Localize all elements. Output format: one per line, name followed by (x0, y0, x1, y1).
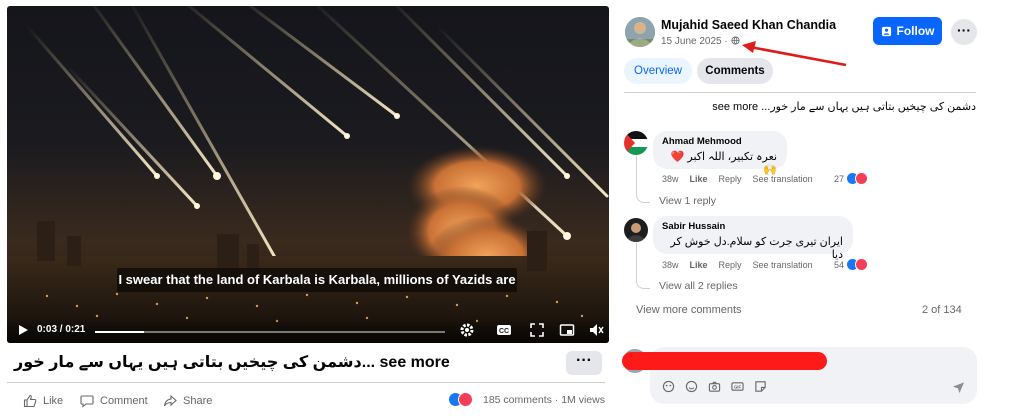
see-translation-link[interactable]: See translation (753, 174, 813, 184)
tab-overview[interactable]: Overview (624, 58, 692, 84)
follow-label: Follow (896, 24, 935, 38)
view-replies-link[interactable]: View 1 reply (659, 195, 716, 207)
share-arrow-icon (163, 394, 177, 407)
send-icon[interactable] (952, 381, 965, 394)
share-label: Share (183, 395, 213, 407)
love-reaction-icon (458, 392, 473, 407)
share-button[interactable]: Share (163, 392, 212, 410)
video-progress-fill (95, 331, 144, 333)
comment-reaction-count[interactable]: 54 (834, 260, 844, 270)
redaction-mark (622, 352, 827, 370)
post-more-button[interactable]: ··· (566, 351, 602, 375)
video-time: 0:03 / 0:21 (37, 324, 86, 335)
palestine-flag-icon (624, 131, 648, 155)
see-translation-link[interactable]: See translation (753, 260, 813, 270)
comment-meta: 38w Like Reply See translation (662, 260, 813, 270)
post-stats[interactable]: 185 comments · 1M views (483, 394, 605, 406)
avatar-image (625, 17, 655, 47)
comment-like-button[interactable]: Like (690, 260, 708, 270)
sticker-icon[interactable] (754, 380, 767, 393)
emoji-icon[interactable] (685, 380, 698, 393)
tab-comments[interactable]: Comments (697, 58, 773, 84)
comment-like-button[interactable]: Like (690, 174, 708, 184)
comment-age: 38w (662, 260, 679, 270)
follow-icon (881, 26, 891, 36)
commenter-name[interactable]: Ahmad Mehmood (662, 136, 777, 147)
comment-bubble[interactable]: Ahmad Mehmood نعرہ تکبیر، اللہ اکبر ❤️🙌 (653, 131, 787, 176)
comment-page-count: 2 of 134 (922, 304, 962, 316)
thread-line (636, 243, 650, 289)
commenter-avatar[interactable] (624, 218, 648, 242)
post-description[interactable]: دشمن کی چیخیں بتاتی ہیں یہاں سے مار خور.… (630, 100, 976, 113)
comment-meta: 38w Like Reply See translation (662, 174, 813, 184)
author-name[interactable]: Mujahid Saeed Khan Chandia (661, 18, 836, 32)
commenter-name[interactable]: Sabir Hussain (662, 221, 843, 232)
fullscreen-icon[interactable] (529, 322, 545, 338)
follow-button[interactable]: Follow (873, 17, 942, 45)
video-caption: I swear that the land of Karbala is Karb… (117, 268, 517, 292)
reaction-summary[interactable] (448, 392, 473, 407)
post-date[interactable]: 15 June 2025 · (661, 36, 740, 47)
divider (624, 92, 976, 93)
love-reaction-icon (855, 172, 868, 185)
avatar-sticker-icon[interactable] (662, 380, 675, 393)
thumbs-up-icon (23, 394, 37, 408)
avatar-image (624, 218, 648, 242)
comment-button[interactable]: Comment (80, 392, 148, 410)
comment-reply-button[interactable]: Reply (719, 260, 742, 270)
comment-reaction-count[interactable]: 27 (834, 174, 844, 184)
view-replies-link[interactable]: View all 2 replies (659, 280, 738, 292)
divider (7, 382, 605, 383)
love-reaction-icon (855, 258, 868, 271)
more-options-button[interactable]: ··· (951, 19, 977, 45)
composer-tools: GIF (662, 380, 767, 393)
author-avatar[interactable] (625, 17, 655, 47)
comment-reactions[interactable] (846, 258, 868, 271)
like-label: Like (43, 395, 64, 407)
globe-icon (730, 36, 740, 45)
svg-text:CC: CC (499, 328, 509, 335)
mute-icon[interactable] (588, 322, 604, 338)
gif-icon[interactable]: GIF (731, 380, 744, 393)
post-text[interactable]: دشمن کی چیخیں بتاتی ہیں یہاں سے مار خور.… (14, 352, 554, 374)
play-icon[interactable] (17, 324, 29, 336)
picture-in-picture-icon[interactable] (559, 322, 575, 338)
commenter-avatar[interactable] (624, 131, 648, 155)
video-frame (7, 6, 609, 343)
comment-reactions[interactable] (846, 172, 868, 185)
settings-gear-icon[interactable] (459, 322, 475, 338)
view-more-comments-link[interactable]: View more comments (636, 304, 742, 316)
comment-bubble[interactable]: Sabir Hussain ایران تیری جرت کو سلام.دل … (653, 216, 853, 261)
comment-age: 38w (662, 174, 679, 184)
svg-text:GIF: GIF (734, 385, 742, 390)
camera-icon[interactable] (708, 380, 721, 393)
video-controls: 0:03 / 0:21 CC (7, 316, 609, 343)
video-player[interactable]: I swear that the land of Karbala is Karb… (7, 6, 609, 343)
comment-label: Comment (100, 395, 148, 407)
post-date-text: 15 June 2025 · (661, 36, 728, 47)
like-button[interactable]: Like (23, 392, 63, 410)
comment-text: ایران تیری جرت کو سلام.دل خوش کر دیا (670, 236, 843, 261)
video-progress-bar[interactable] (95, 331, 445, 333)
thread-line (636, 156, 650, 203)
closed-captions-icon[interactable]: CC (496, 322, 512, 338)
comment-reply-button[interactable]: Reply (719, 174, 742, 184)
comment-text: نعرہ تکبیر، اللہ اکبر ❤️🙌 (670, 151, 777, 176)
comment-bubble-icon (80, 395, 94, 408)
